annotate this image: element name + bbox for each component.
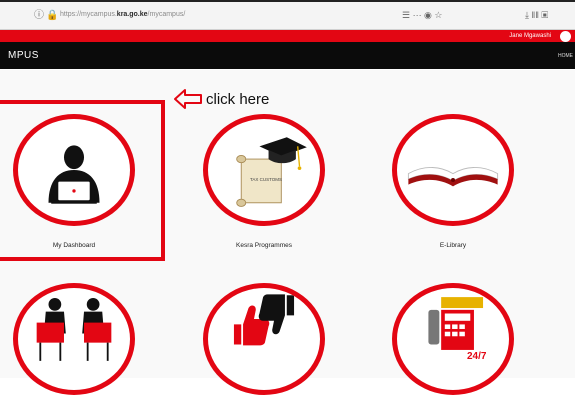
phone-support-icon [428,297,484,350]
main-navbar [0,42,575,69]
nav-item-home[interactable]: HOME [558,53,573,60]
open-book-icon [407,167,499,187]
tile-support[interactable]: 24/7 [392,283,514,395]
people-chairs-icon [36,298,112,361]
tile-label-my-dashboard[interactable]: My Dashboard [14,242,134,250]
graduation-scroll-icon [236,137,307,207]
user-name[interactable]: Jane Mgawashi [509,31,551,41]
info-icon[interactable]: ⓘ [34,10,44,21]
top-user-bar [0,30,575,42]
person-laptop-icon [48,145,100,204]
tile-label-e-library[interactable]: E-Library [393,242,513,250]
thumbs-up-down-icon [233,294,295,346]
site-brand[interactable]: MPUS [8,50,39,62]
support-24-7-text: 24/7 [467,351,487,362]
click-here-annotation: click here [206,91,270,108]
lock-icon: 🔒 [46,10,59,21]
tile-label-kesra-programmes[interactable]: Kesra Programmes [204,242,324,250]
url-field[interactable]: https://mycampus.kra.go.ke/mycampus/ [60,10,185,20]
scroll-text: TAX CUSTOMS [249,177,283,182]
page-actions-icons[interactable]: ☰ ··· ◉ ☆ [402,10,442,21]
tile-meeting[interactable] [13,283,135,395]
tile-my-dashboard[interactable] [13,114,135,226]
arrow-left-icon [174,89,202,109]
tile-kesra-programmes[interactable]: TAX CUSTOMS [203,114,325,226]
tile-feedback[interactable] [203,283,325,395]
browser-toolbar-icons[interactable]: ⤓ ‖‖ ▣ [525,10,548,21]
avatar[interactable] [560,31,571,42]
browser-address-bar: ⓘ 🔒 https://mycampus.kra.go.ke/mycampus/… [0,2,575,30]
tile-e-library[interactable] [392,114,514,226]
